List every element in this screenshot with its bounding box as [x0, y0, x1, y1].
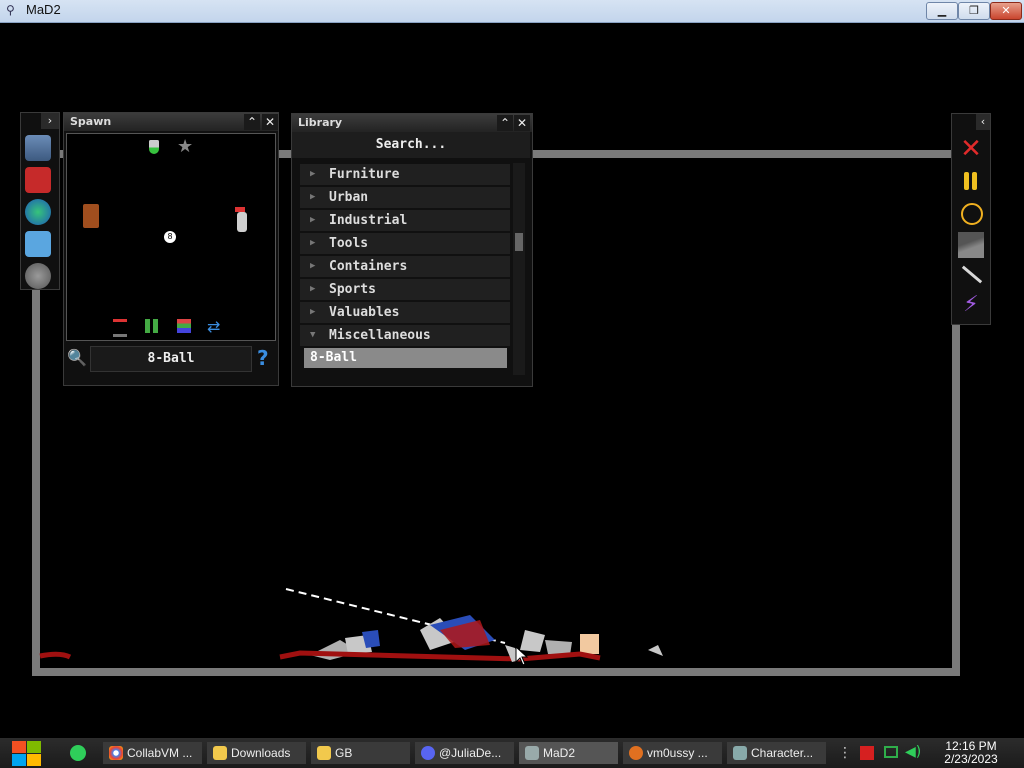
blade-icon[interactable]: [958, 232, 984, 258]
ragdoll-tool-icon[interactable]: [25, 135, 51, 161]
library-scrollbar[interactable]: [513, 163, 525, 375]
library-item-8-ball[interactable]: 8-Ball: [304, 348, 507, 368]
category-valuables[interactable]: ▶ Valuables: [300, 302, 510, 323]
search-icon[interactable]: 🔍: [67, 348, 87, 367]
gear-icon[interactable]: [25, 263, 51, 289]
volume-icon[interactable]: ◀): [905, 744, 921, 760]
library-scroll-thumb[interactable]: [515, 233, 523, 251]
start-button[interactable]: [10, 738, 43, 768]
category-miscellaneous[interactable]: ▼ Miscellaneous: [300, 325, 510, 346]
library-search-input[interactable]: Search...: [292, 132, 530, 158]
character-app-icon: [733, 746, 747, 760]
taskbar-item-mad2[interactable]: MaD2: [519, 742, 618, 764]
network-icon[interactable]: [884, 746, 898, 758]
category-furniture[interactable]: ▶ Furniture: [300, 164, 510, 185]
fire-extinguisher-icon[interactable]: [237, 212, 247, 232]
expand-toolbar-button[interactable]: ›: [41, 113, 59, 129]
vm-app-icon: [629, 746, 643, 760]
taskbar-item-character[interactable]: Character...: [727, 742, 826, 764]
library-panel-header[interactable]: Library: [292, 114, 532, 132]
chevron-right-icon: ▶: [310, 192, 316, 202]
stopwatch-icon[interactable]: [958, 200, 984, 226]
chevron-right-icon: ▶: [310, 169, 316, 179]
skin-chunk: [580, 634, 599, 654]
chevron-right-icon: ▶: [310, 238, 316, 248]
spawn-selected-field[interactable]: 8-Ball: [90, 346, 252, 372]
grid-view-icon[interactable]: [145, 319, 159, 333]
close-spawn-icon[interactable]: ✕: [262, 114, 278, 130]
folder-icon: [317, 746, 331, 760]
left-toolbar: ›: [20, 112, 60, 290]
pause-icon[interactable]: [958, 168, 984, 194]
taskbar-item-downloads[interactable]: Downloads: [207, 742, 306, 764]
category-tools[interactable]: ▶ Tools: [300, 233, 510, 254]
lightning-icon[interactable]: ⚡: [958, 292, 984, 318]
clock[interactable]: 12:16 PM 2/23/2023: [933, 740, 1009, 766]
mad2-icon: [525, 746, 539, 760]
category-industrial[interactable]: ▶ Industrial: [300, 210, 510, 231]
debris-piece: [648, 645, 663, 656]
close-library-icon[interactable]: ✕: [514, 115, 530, 131]
delete-icon[interactable]: ✕: [958, 136, 984, 162]
chevron-right-icon: ▶: [310, 307, 316, 317]
list-view-icon[interactable]: [177, 319, 191, 333]
mouse-cursor-icon: [515, 646, 529, 666]
discord-icon: [421, 746, 435, 760]
save-icon[interactable]: [25, 231, 51, 257]
taskbar-item-vm0ussy[interactable]: vm0ussy ...: [623, 742, 722, 764]
taskbar-item-collabvm[interactable]: CollabVM ...: [103, 742, 202, 764]
globe-icon[interactable]: [25, 199, 51, 225]
library-panel-title: Library: [298, 116, 343, 129]
knife-icon[interactable]: [958, 262, 984, 288]
flask-icon[interactable]: [149, 140, 159, 154]
chevron-right-icon: ▶: [310, 215, 316, 225]
filter-icon[interactable]: [113, 319, 127, 337]
chevron-right-icon: ▶: [310, 284, 316, 294]
chrome-icon: [109, 746, 123, 760]
action-center-flag-icon[interactable]: [860, 746, 874, 760]
chevron-right-icon: ▶: [310, 261, 316, 271]
notebook-icon[interactable]: [25, 167, 51, 193]
category-urban[interactable]: ▶ Urban: [300, 187, 510, 208]
spawn-preview[interactable]: ★ 8 ⇄: [66, 133, 276, 341]
taskbar-item-discord[interactable]: @JuliaDe...: [415, 742, 514, 764]
eight-ball-icon[interactable]: 8: [164, 231, 176, 243]
overflow-menu-icon[interactable]: ⋮: [838, 745, 852, 761]
collapse-right-toolbar-button[interactable]: ‹: [976, 114, 990, 130]
spawn-panel-title: Spawn: [70, 115, 112, 128]
star-icon[interactable]: ★: [177, 136, 193, 157]
collapse-library-icon[interactable]: ⌃: [497, 115, 513, 131]
extinguisher-nozzle-icon: [235, 207, 245, 212]
category-sports[interactable]: ▶ Sports: [300, 279, 510, 300]
barrel-icon[interactable]: [83, 204, 99, 228]
clock-date: 2/23/2023: [944, 752, 998, 766]
help-icon[interactable]: ?: [257, 346, 269, 370]
category-containers[interactable]: ▶ Containers: [300, 256, 510, 277]
chat-app-icon[interactable]: [70, 745, 86, 761]
taskbar-item-gb[interactable]: GB: [311, 742, 410, 764]
chevron-down-icon: ▼: [310, 330, 316, 340]
folder-icon: [213, 746, 227, 760]
collapse-spawn-icon[interactable]: ⌃: [244, 114, 260, 130]
swap-icon[interactable]: ⇄: [207, 317, 220, 336]
